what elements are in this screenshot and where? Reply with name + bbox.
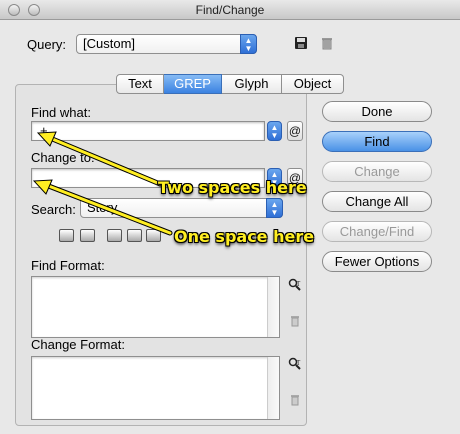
svg-text:T: T — [296, 359, 301, 367]
change-format-settings-icon[interactable]: T — [287, 357, 303, 373]
query-value: [Custom] — [83, 36, 136, 51]
trash-icon[interactable] — [319, 36, 335, 52]
tab-bar: Text GREP Glyph Object — [116, 74, 344, 94]
search-scope-select[interactable]: Story ▲ ▼ — [80, 198, 283, 218]
find-format-box[interactable] — [31, 276, 280, 338]
find-what-label: Find what: — [31, 105, 91, 120]
change-button[interactable]: Change — [322, 161, 432, 182]
change-all-button[interactable]: Change All — [322, 191, 432, 212]
title-bar: Find/Change — [0, 0, 460, 20]
include-locked-layers-icon[interactable] — [59, 229, 74, 242]
include-master-pages-icon[interactable] — [127, 229, 142, 242]
change-format-box[interactable] — [31, 356, 280, 420]
save-query-icon[interactable] — [293, 36, 309, 52]
chevron-updown-icon: ▲ ▼ — [240, 34, 257, 54]
include-locked-stories-icon[interactable] — [80, 229, 95, 242]
find-format-scrollbar[interactable] — [267, 277, 279, 337]
clear-change-format-icon[interactable] — [287, 393, 303, 409]
clear-find-format-icon[interactable] — [287, 314, 303, 330]
include-footnotes-icon[interactable] — [146, 229, 161, 242]
annotation-one-space: One space here — [174, 227, 315, 246]
tab-glyph[interactable]: Glyph — [222, 74, 282, 94]
change-format-scrollbar[interactable] — [267, 357, 279, 419]
change-to-label: Change to: — [31, 150, 95, 165]
tab-text[interactable]: Text — [116, 74, 164, 94]
minimize-window-button[interactable] — [28, 4, 40, 16]
change-find-button[interactable]: Change/Find — [322, 221, 432, 242]
done-button[interactable]: Done — [322, 101, 432, 122]
find-format-settings-icon[interactable]: T — [287, 278, 303, 294]
find-what-input[interactable]: + — [31, 121, 265, 141]
search-scope-value: Story — [87, 200, 118, 215]
at-sign-icon: @ — [288, 124, 302, 138]
tab-object[interactable]: Object — [282, 74, 344, 94]
find-button[interactable]: Find — [322, 131, 432, 152]
chevron-updown-icon: ▲ ▼ — [266, 198, 283, 218]
window-title: Find/Change — [195, 3, 265, 17]
tab-grep[interactable]: GREP — [164, 74, 222, 94]
change-format-label: Change Format: — [31, 337, 125, 352]
close-window-button[interactable] — [8, 4, 20, 16]
find-what-value: + — [40, 123, 48, 138]
search-label: Search: — [31, 202, 76, 217]
find-special-characters-button[interactable]: @ — [287, 121, 303, 141]
query-label: Query: — [27, 37, 67, 52]
annotation-two-spaces: Two spaces here — [158, 178, 307, 197]
find-format-label: Find Format: — [31, 258, 105, 273]
find-what-dropdown[interactable]: ▲ ▼ — [267, 121, 282, 141]
include-hidden-layers-icon[interactable] — [107, 229, 122, 242]
query-select[interactable]: [Custom] ▲ ▼ — [76, 34, 257, 54]
fewer-options-button[interactable]: Fewer Options — [322, 251, 432, 272]
svg-text:T: T — [296, 280, 301, 288]
